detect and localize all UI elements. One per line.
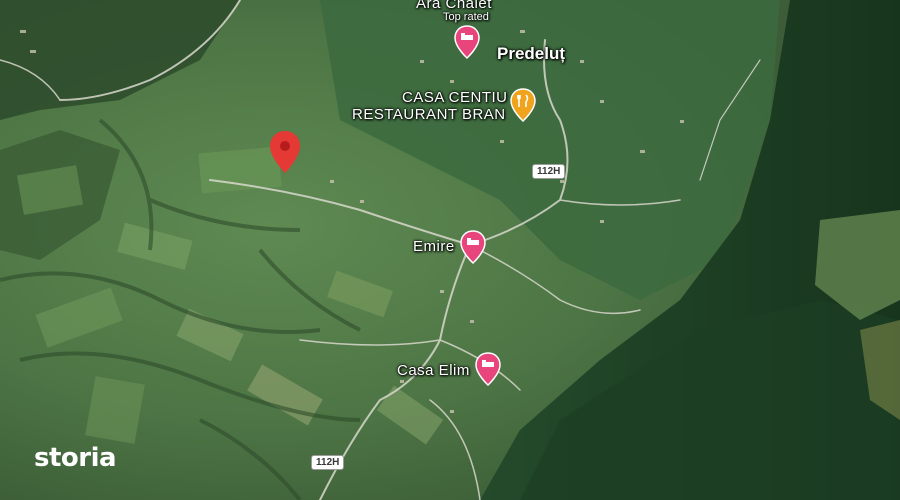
- casa-elim-label[interactable]: Casa Elim: [397, 362, 470, 379]
- fork-knife-icon[interactable]: [510, 88, 536, 122]
- location-pin-icon[interactable]: [269, 130, 301, 174]
- storia-logo: storia: [34, 443, 117, 473]
- road-shield-112h-south: 112H: [311, 455, 345, 470]
- casa-centiu-label-line1[interactable]: CASA CENTIU: [402, 89, 508, 106]
- bed-icon[interactable]: [454, 25, 480, 59]
- casa-centiu-label-line2[interactable]: RESTAURANT BRAN: [352, 106, 506, 123]
- bed-icon[interactable]: [475, 352, 501, 386]
- ara-chalet-rating: Top rated: [443, 11, 489, 23]
- predelut-town-label: Predeluț: [497, 44, 566, 63]
- emire-label[interactable]: Emire: [413, 238, 455, 255]
- bed-icon[interactable]: [460, 230, 486, 264]
- road-shield-112h: 112H: [532, 164, 566, 179]
